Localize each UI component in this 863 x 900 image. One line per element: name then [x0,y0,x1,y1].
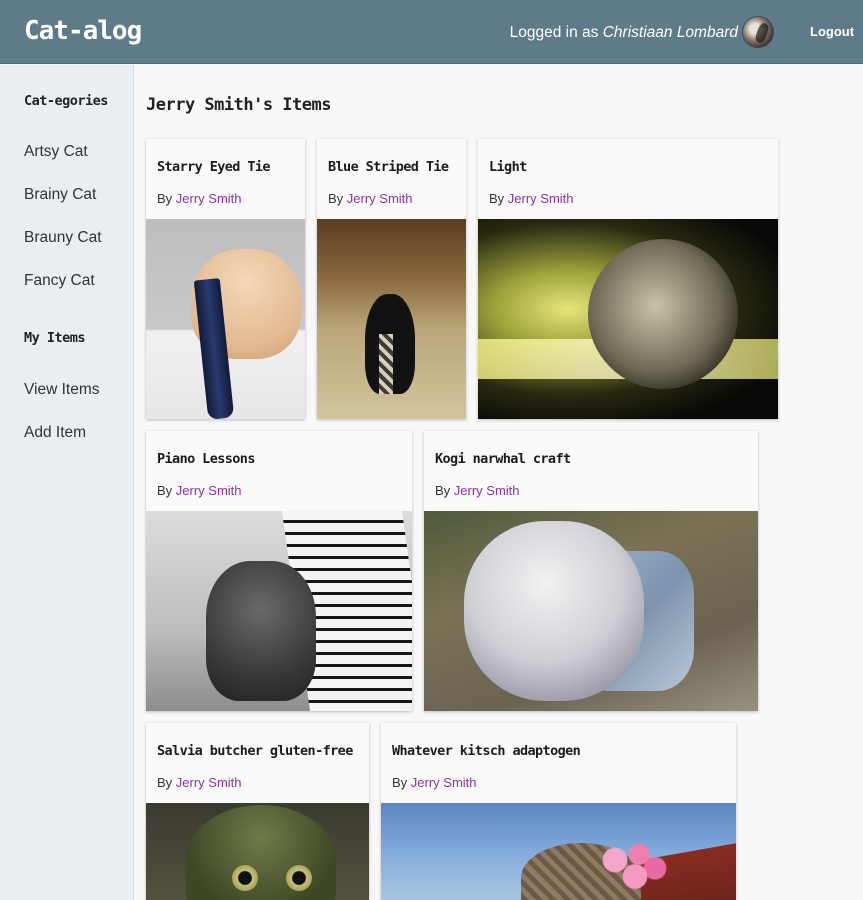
sidebar-item-fancy-cat[interactable]: Fancy Cat [24,272,95,290]
kitten-in-denim-vest-photo[interactable] [424,511,758,711]
by-prefix: By [157,191,173,206]
logout-button[interactable]: Logout [810,24,854,39]
sidebar-item-add-item[interactable]: Add Item [24,424,86,442]
sidebar-item-artsy-cat[interactable]: Artsy Cat [24,143,88,161]
cat-in-flower-hat-photo[interactable] [381,803,736,900]
author-link[interactable]: Jerry Smith [508,191,574,206]
item-byline: By Jerry Smith [489,191,574,206]
item-byline: By Jerry Smith [328,191,413,206]
item-title[interactable]: Whatever kitsch adaptogen [392,743,581,759]
author-link[interactable]: Jerry Smith [176,191,242,206]
author-link[interactable]: Jerry Smith [347,191,413,206]
top-navbar: Cat-alog Logged in as Christiaan Lombard… [0,0,863,64]
item-title[interactable]: Starry Eyed Tie [157,159,271,175]
item-card[interactable]: Kogi narwhal craft By Jerry Smith [424,431,758,711]
kitten-in-light-photo[interactable] [478,219,778,419]
sidebar-item-brainy-cat[interactable]: Brainy Cat [24,186,96,204]
user-avatar [742,16,774,48]
sidebar-item-view-items[interactable]: View Items [24,381,100,399]
by-prefix: By [392,775,408,790]
user-name: Christiaan Lombard [602,24,738,41]
item-byline: By Jerry Smith [157,483,242,498]
item-title[interactable]: Kogi narwhal craft [435,451,571,467]
item-byline: By Jerry Smith [157,775,242,790]
sidebar: Cat-egories Artsy Cat Brainy Cat Brauny … [0,65,134,900]
author-link[interactable]: Jerry Smith [176,775,242,790]
item-byline: By Jerry Smith [435,483,520,498]
item-card[interactable]: Salvia butcher gluten-free By Jerry Smit… [146,723,369,900]
author-link[interactable]: Jerry Smith [454,483,520,498]
by-prefix: By [489,191,505,206]
by-prefix: By [157,483,173,498]
login-prefix: Logged in as [509,24,599,41]
item-byline: By Jerry Smith [157,191,242,206]
item-title[interactable]: Light [489,159,527,175]
item-card[interactable]: Blue Striped Tie By Jerry Smith [317,139,466,419]
author-link[interactable]: Jerry Smith [411,775,477,790]
item-card[interactable]: Whatever kitsch adaptogen By Jerry Smith [381,723,736,900]
my-items-heading: My Items [24,330,86,346]
item-title[interactable]: Blue Striped Tie [328,159,449,175]
item-card[interactable]: Piano Lessons By Jerry Smith [146,431,412,711]
item-title[interactable]: Piano Lessons [157,451,255,467]
login-status: Logged in as Christiaan Lombard [510,24,738,42]
categories-heading: Cat-egories [24,93,108,109]
by-prefix: By [328,191,344,206]
cat-with-tie-photo[interactable] [146,219,305,419]
sidebar-item-brauny-cat[interactable]: Brauny Cat [24,229,102,247]
author-link[interactable]: Jerry Smith [176,483,242,498]
by-prefix: By [435,483,451,498]
item-card[interactable]: Starry Eyed Tie By Jerry Smith [146,139,305,419]
brand-logo[interactable]: Cat-alog [24,16,142,46]
by-prefix: By [157,775,173,790]
item-title[interactable]: Salvia butcher gluten-free [157,743,353,759]
page-title: Jerry Smith's Items [146,95,331,115]
black-cat-with-tie-photo[interactable] [317,219,466,419]
cat-in-helmet-photo[interactable] [146,803,369,900]
item-byline: By Jerry Smith [392,775,477,790]
cat-at-piano-photo[interactable] [146,511,412,711]
item-card[interactable]: Light By Jerry Smith [478,139,778,419]
